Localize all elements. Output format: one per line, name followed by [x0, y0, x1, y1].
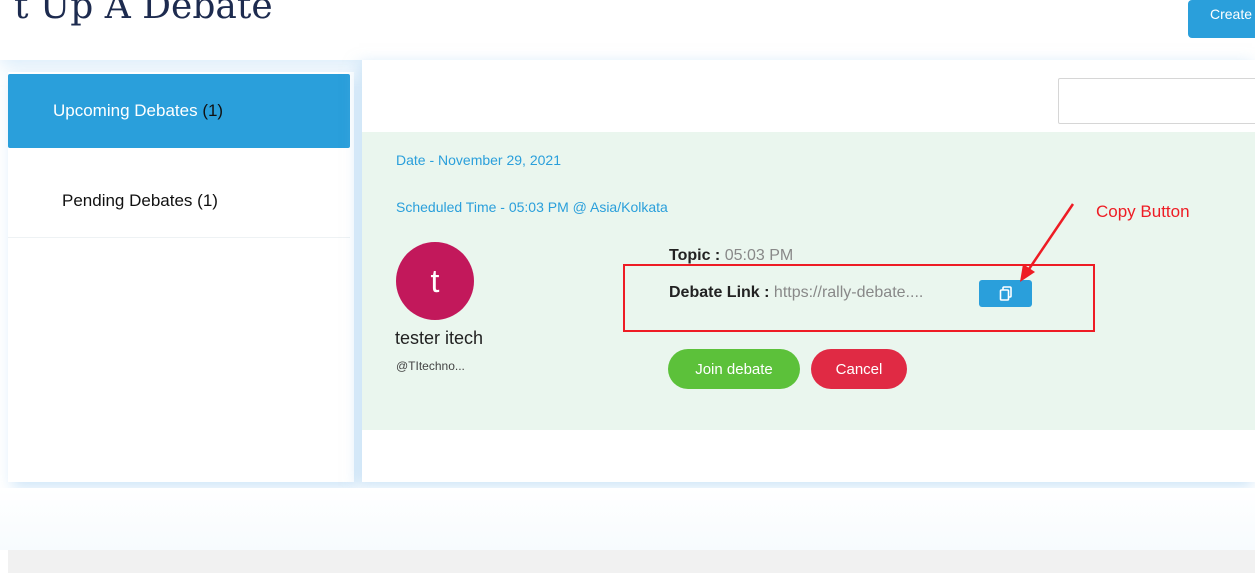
annotation-label: Copy Button — [1096, 202, 1190, 221]
header-bar: t Up A Debate Create — [0, 0, 1255, 60]
join-debate-button[interactable]: Join debate — [668, 349, 800, 389]
create-debate-button[interactable]: Create — [1188, 0, 1255, 38]
footer — [8, 550, 1255, 573]
topic-label: Topic : — [669, 247, 721, 264]
topic-row: Topic : 05:03 PM — [669, 247, 793, 265]
topic-value: 05:03 PM — [724, 247, 794, 264]
sidebar-item-count: (1) — [202, 101, 224, 120]
sidebar-item-pending-debates[interactable]: Pending Debates (1) — [8, 164, 350, 238]
cancel-debate-button[interactable]: Cancel — [811, 349, 907, 389]
bottom-band — [0, 488, 1255, 550]
sidebar-item-label: Upcoming Debates — [53, 101, 198, 120]
avatar: t — [396, 242, 474, 320]
sidebar-item-count: (1) — [197, 190, 218, 210]
user-handle: @TItechno... — [396, 359, 465, 373]
sidebar-item-upcoming-debates[interactable]: Upcoming Debates (1) — [8, 74, 350, 148]
user-name: tester itech — [395, 328, 484, 348]
annotation-arrow-icon — [1020, 203, 1075, 282]
search-input[interactable] — [1058, 78, 1255, 124]
sidebar-item-label: Pending Debates — [62, 190, 193, 210]
sidebar: Upcoming Debates (1) Pending Debates (1) — [8, 72, 354, 482]
debate-scheduled-time: Scheduled Time - 05:03 PM @ Asia/Kolkata — [396, 199, 668, 215]
page-title: t Up A Debate — [14, 0, 273, 27]
debate-date: Date - November 29, 2021 — [396, 152, 561, 168]
